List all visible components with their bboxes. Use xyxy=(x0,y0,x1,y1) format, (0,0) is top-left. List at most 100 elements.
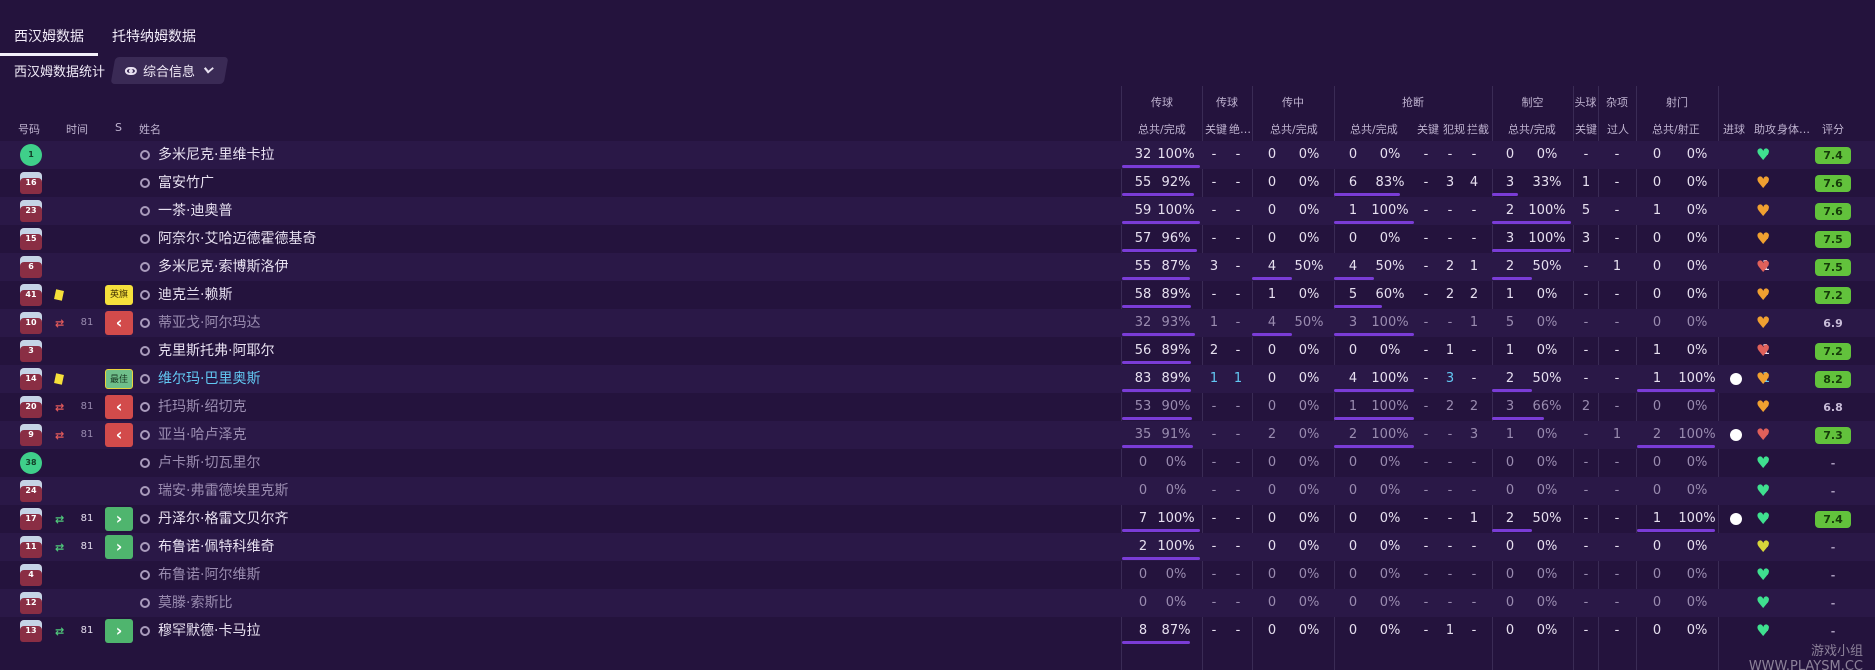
player-name[interactable]: 克里斯托弗·阿耶尔 xyxy=(158,337,274,365)
key-pass: - xyxy=(1211,231,1217,246)
person-icon xyxy=(140,290,150,300)
player-name[interactable]: 蒂亚戈·阿尔玛达 xyxy=(158,309,260,337)
shot-on-target: 0% xyxy=(1686,203,1708,218)
table-row[interactable]: 13 ⇄ 81 › 穆罕默德·卡马拉 8 87% - -0 0% 0 0% -1-0 0% - -0 0% - ♥ - xyxy=(0,617,1875,645)
shot-total: 0 xyxy=(1652,175,1662,190)
cross-total: 0 xyxy=(1267,203,1277,218)
key-pass: - xyxy=(1211,511,1217,526)
header-key: - xyxy=(1583,511,1589,526)
table-row[interactable]: 38 卢卡斯·切瓦里尔 0 0% - -0 0% 0 0% - - -0 0% - -0 0% - ♥ - xyxy=(0,449,1875,477)
condition-heart-icon: ♥ xyxy=(1756,173,1771,192)
pass-completion: 0% xyxy=(1165,455,1187,470)
table-row[interactable]: 10 ⇄ 81 ‹ 蒂亚戈·阿尔玛达 32 93% 1-4 50% 3 100% - -1 5 0% - -0 0… xyxy=(0,309,1875,337)
player-name[interactable]: 亚当·哈卢泽克 xyxy=(158,421,246,449)
shot-accuracy-bar xyxy=(1637,445,1715,448)
substituted-off-button[interactable]: ‹ xyxy=(105,395,133,419)
dribbles: - xyxy=(1614,343,1620,358)
sub-minute: 81 xyxy=(80,317,94,328)
table-row[interactable]: 20 ⇄ 81 ‹ 托玛斯·绍切克 53 90% - -0 0% 1 100% -2 2 3 66% 2-0 0%… xyxy=(0,393,1875,421)
rating-badge: - xyxy=(1830,541,1836,554)
player-name[interactable]: 丹泽尔·格雷文贝尔齐 xyxy=(158,505,288,533)
pass-completion-bar xyxy=(1122,193,1194,196)
dribbles: - xyxy=(1614,595,1620,610)
fouls: - xyxy=(1447,483,1453,498)
table-row[interactable]: 9 ⇄ 81 ‹ 亚当·哈卢泽克 35 91% - -2 0% 2 100% - -3 1 0% -1 2 100%… xyxy=(0,421,1875,449)
shirt-icon: 15 xyxy=(20,228,42,250)
cross-completion-bar xyxy=(1252,333,1292,336)
table-row[interactable]: 24 瑞安·弗雷德埃里克斯 0 0% - -0 0% 0 0% - - -0 0% - -0 0% - ♥ - xyxy=(0,477,1875,505)
person-icon xyxy=(140,570,150,580)
table-row[interactable]: 12 莫滕·索斯比 0 0% - -0 0% 0 0% - - -0 0% - -0 0% - ♥ - xyxy=(0,589,1875,617)
player-name[interactable]: 富安竹广 xyxy=(158,169,214,197)
tackle-key: - xyxy=(1423,231,1429,246)
fouls: 2 xyxy=(1445,287,1455,302)
tackle-key: - xyxy=(1423,315,1429,330)
tackle-completion: 0% xyxy=(1379,483,1401,498)
player-badge[interactable]: 最佳 xyxy=(105,369,133,389)
cross-total: 0 xyxy=(1267,455,1277,470)
table-row[interactable]: 41 英旗 迪克兰·赖斯 58 89% - -1 0% 5 60% -2 2 1 0% - -0 0% - ♥ 7.2 xyxy=(0,281,1875,309)
player-name[interactable]: 一茶·迪奥普 xyxy=(158,197,232,225)
tab-home-stats[interactable]: 西汉姆数据 xyxy=(0,16,98,56)
player-name[interactable]: 莫滕·索斯比 xyxy=(158,589,232,617)
player-name[interactable]: 阿奈尔·艾哈迈德霍德基奇 xyxy=(158,225,316,253)
table-row[interactable]: 15 阿奈尔·艾哈迈德霍德基奇 57 96% - -0 0% 0 0% - - -3 100% 3-0 0%… xyxy=(0,225,1875,253)
substituted-off-button[interactable]: ‹ xyxy=(105,423,133,447)
player-name[interactable]: 维尔玛·巴里奥斯 xyxy=(158,365,260,393)
player-name[interactable]: 多米尼克·里维卡拉 xyxy=(158,141,274,169)
player-name[interactable]: 瑞安·弗雷德埃里克斯 xyxy=(158,477,288,505)
player-badge[interactable]: 英旗 xyxy=(105,285,133,305)
fouls: - xyxy=(1447,203,1453,218)
interceptions: 2 xyxy=(1469,287,1479,302)
table-row[interactable]: 17 ⇄ 81 › 丹泽尔·格雷文贝尔齐 7 100% - -0 0% 0 0% - -1 2 50% - -1 1… xyxy=(0,505,1875,533)
tab-away-stats[interactable]: 托特纳姆数据 xyxy=(98,16,210,56)
player-name[interactable]: 布鲁诺·阿尔维斯 xyxy=(158,561,260,589)
goal-ball-icon xyxy=(1730,373,1742,385)
shot-total: 0 xyxy=(1652,147,1662,162)
player-name[interactable]: 布鲁诺·佩特科维奇 xyxy=(158,533,274,561)
yellow-card-icon xyxy=(54,289,64,301)
player-name[interactable]: 托玛斯·绍切克 xyxy=(158,393,246,421)
key-pass: - xyxy=(1211,483,1217,498)
table-row[interactable]: 11 ⇄ 81 › 布鲁诺·佩特科维奇 2 100% - -0 0% 0 0% - - -0 0% - -0 0% -… xyxy=(0,533,1875,561)
person-icon xyxy=(140,234,150,244)
shirt-icon: 41 xyxy=(20,284,42,306)
player-name[interactable]: 穆罕默德·卡马拉 xyxy=(158,617,260,645)
view-dropdown[interactable]: 综合信息 xyxy=(110,56,229,84)
substituted-on-button[interactable]: › xyxy=(105,619,133,643)
condition-heart-icon: ♥ xyxy=(1756,621,1771,640)
fouls: 2 xyxy=(1445,259,1455,274)
interceptions: - xyxy=(1471,203,1477,218)
table-row[interactable]: 14 最佳 维尔玛·巴里奥斯 83 89% 1 1 0 0% 4 100% -3-2 50% - -1 100… xyxy=(0,365,1875,393)
sub-minute: 81 xyxy=(80,401,94,412)
tackle-completion-bar xyxy=(1334,277,1374,280)
substituted-off-button[interactable]: ‹ xyxy=(105,311,133,335)
fouls: 3 xyxy=(1445,371,1455,386)
header-key: - xyxy=(1583,455,1589,470)
rating-badge: 7.2 xyxy=(1815,343,1851,360)
shot-on-target: 0% xyxy=(1686,175,1708,190)
condition-heart-icon: ♥ xyxy=(1756,369,1771,388)
key-pass: - xyxy=(1211,427,1217,442)
dribbles: - xyxy=(1614,147,1620,162)
table-row[interactable]: 23 一茶·迪奥普 59 100% - -0 0% 1 100% - - -2 100% 5-1 0% - ♥ 7… xyxy=(0,197,1875,225)
pass-completion-bar xyxy=(1122,641,1190,644)
player-name[interactable]: 迪克兰·赖斯 xyxy=(158,281,232,309)
dribbles: - xyxy=(1614,203,1620,218)
column-header-key: 关键 xyxy=(1205,123,1227,136)
substituted-on-button[interactable]: › xyxy=(105,535,133,559)
rating-badge: 7.4 xyxy=(1815,511,1851,528)
table-row[interactable]: 16 富安竹广 55 92% - -0 0% 6 83% -3 4 3 33% 1-0 0% - ♥ 7.6 xyxy=(0,169,1875,197)
table-row[interactable]: 4 布鲁诺·阿尔维斯 0 0% - -0 0% 0 0% - - -0 0% - -0 0% - ♥ - xyxy=(0,561,1875,589)
tackle-key: - xyxy=(1423,511,1429,526)
substituted-on-button[interactable]: › xyxy=(105,507,133,531)
player-name[interactable]: 卢卡斯·切瓦里尔 xyxy=(158,449,260,477)
interceptions: 1 xyxy=(1469,511,1479,526)
column-header-foul: 犯规 xyxy=(1443,123,1465,136)
table-row[interactable]: 1 多米尼克·里维卡拉 32 100% - -0 0% 0 0% - - -0 0% - -0 0% - ♥ 7.4 xyxy=(0,141,1875,169)
header-key: - xyxy=(1583,623,1589,638)
aerial-completion-bar xyxy=(1492,417,1544,420)
player-name[interactable]: 多米尼克·索博斯洛伊 xyxy=(158,253,288,281)
table-row[interactable]: 3 克里斯托弗·阿耶尔 56 89% 2-0 0% 0 0% -1-1 0% - -1 0% 1 ♥ 7.2 xyxy=(0,337,1875,365)
table-row[interactable]: 6 多米尼克·索博斯洛伊 55 87% 3-4 50% 4 50% -2 1 2 50% -1 0 0% 1 ♥… xyxy=(0,253,1875,281)
